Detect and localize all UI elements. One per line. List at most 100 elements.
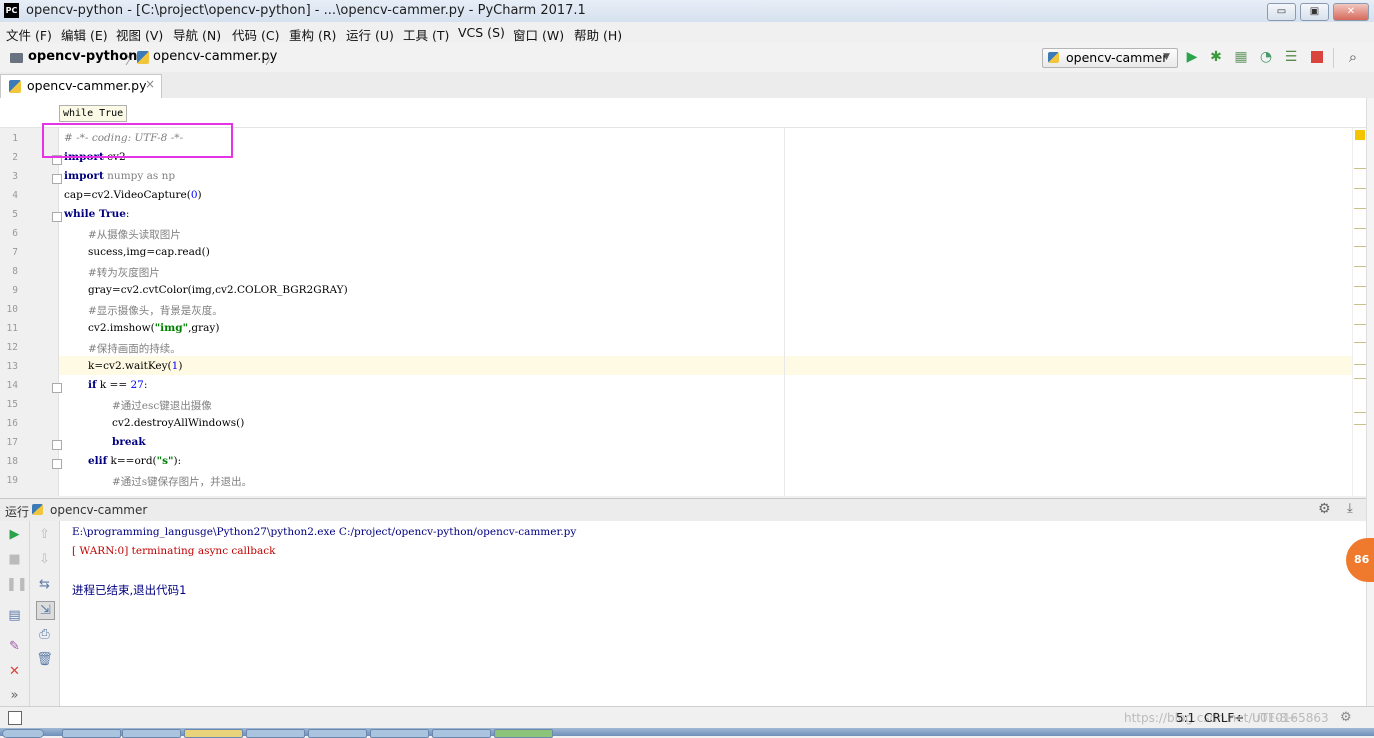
taskbar-item[interactable] [62, 729, 121, 738]
code-text: k=cv2.waitKey( [88, 360, 172, 372]
python-file-icon [32, 504, 43, 515]
code-text: ) [197, 189, 202, 201]
fold-marker-icon[interactable] [52, 174, 62, 184]
coverage-icon[interactable]: ▦ [1233, 49, 1249, 65]
line-number: 6 [12, 228, 18, 239]
run-panel-header: 运行 opencv-cammer ⚙ ⤓ [0, 498, 1366, 522]
menu-edit[interactable]: 编辑 (E) [61, 25, 108, 44]
warning-indicator-icon[interactable] [1355, 130, 1365, 140]
fold-marker-icon[interactable] [52, 212, 62, 222]
hide-panel-icon[interactable]: ⤓ [1347, 501, 1353, 516]
line-number: 5 [12, 209, 18, 220]
menu-view[interactable]: 视图 (V) [116, 25, 163, 44]
number-literal: 27 [130, 379, 144, 391]
menu-tools[interactable]: 工具 (T) [403, 25, 449, 44]
code-line-17: break [112, 436, 146, 448]
more-icon[interactable]: » [6, 687, 23, 704]
file-encoding[interactable]: UTF-8÷ [1252, 711, 1297, 725]
debug-icon[interactable]: ✱ [1208, 49, 1224, 65]
code-line-4: cap=cv2.VideoCapture(0) [64, 189, 202, 201]
pycharm-logo-icon: PC [4, 3, 19, 18]
menu-refactor[interactable]: 重构 (R) [289, 25, 336, 44]
code-line-5: while True: [64, 208, 129, 220]
print-icon[interactable]: ⎙ [36, 626, 53, 643]
code-text: cv2.imshow( [88, 322, 155, 334]
taskbar-item[interactable] [246, 729, 305, 738]
arrow-down-icon[interactable]: ⇩ [36, 551, 53, 568]
soft-wrap-icon[interactable]: ⇆ [36, 576, 53, 593]
code-line-12: #保持画面的持续。 [88, 343, 181, 355]
taskbar-item[interactable] [308, 729, 367, 738]
close-icon[interactable]: ✕ [6, 663, 23, 680]
fold-marker-icon[interactable] [52, 459, 62, 469]
code-editor[interactable]: 1 2 3 4 5 6 7 8 9 10 11 12 13 14 15 16 1… [0, 128, 1366, 496]
code-text: ,gray) [188, 322, 220, 334]
menu-window[interactable]: 窗口 (W) [513, 25, 564, 44]
vertical-scrollbar[interactable] [1366, 98, 1374, 706]
code-line-8: #转为灰度图片 [88, 267, 160, 279]
breadcrumb[interactable]: while True [59, 105, 128, 122]
minimize-button[interactable]: ▭ [1267, 3, 1296, 21]
start-button[interactable] [2, 729, 44, 738]
stop-icon[interactable]: ■ [6, 551, 23, 568]
rerun-icon[interactable]: ▶ [6, 526, 23, 543]
line-number: 19 [6, 475, 18, 486]
console-output[interactable]: E:\programming_langusge\Python27\python2… [60, 521, 1366, 706]
cursor-position[interactable]: 5:1 [1176, 711, 1195, 725]
trash-icon[interactable]: 🗑 [36, 651, 53, 668]
python-file-icon [137, 51, 149, 64]
chevron-right-icon: 〉 [265, 53, 279, 68]
maximize-button[interactable]: ▣ [1300, 3, 1329, 21]
menu-navigate[interactable]: 导航 (N) [173, 25, 221, 44]
taskbar-item[interactable] [122, 729, 181, 738]
menu-bar: 文件 (F) 编辑 (E) 视图 (V) 导航 (N) 代码 (C) 重构 (R… [0, 22, 1374, 44]
run-icon[interactable]: ▶ [1184, 49, 1200, 65]
menu-file[interactable]: 文件 (F) [6, 25, 52, 44]
error-stripe[interactable] [1352, 128, 1367, 496]
menu-run[interactable]: 运行 (U) [346, 25, 394, 44]
line-number: 8 [12, 266, 18, 277]
fold-marker-icon[interactable] [52, 440, 62, 450]
layout-icon[interactable]: ▤ [6, 607, 23, 624]
stop-icon[interactable] [1311, 51, 1323, 63]
line-number: 10 [6, 304, 18, 315]
tool-windows-icon[interactable] [8, 711, 22, 725]
nav-project[interactable]: opencv-python [28, 49, 137, 64]
taskbar-item[interactable] [370, 729, 429, 738]
chevron-down-icon: ▼ [1163, 52, 1170, 62]
close-button[interactable]: ✕ [1333, 3, 1369, 21]
tab-opencv-cammer[interactable]: opencv-cammer.py × [0, 74, 162, 99]
code-text: : [125, 208, 130, 220]
line-separator[interactable]: CRLF÷ [1204, 711, 1244, 725]
concurrency-icon[interactable]: ☰ [1283, 49, 1299, 65]
editor-tab-bar [0, 72, 1374, 99]
arrow-up-icon[interactable]: ⇧ [36, 526, 53, 543]
pin-icon[interactable]: ✎ [6, 638, 23, 655]
code-line-13: k=cv2.waitKey(1) [88, 360, 182, 372]
gear-icon[interactable]: ⚙ [1318, 501, 1331, 517]
line-number: 3 [12, 171, 18, 182]
search-icon[interactable]: ⌕ [1345, 49, 1361, 65]
code-line-7: sucess,img=cap.read() [88, 246, 210, 258]
menu-help[interactable]: 帮助 (H) [574, 25, 622, 44]
profile-icon[interactable]: ◔ [1258, 49, 1274, 65]
console-warning-line: [ WARN:0] terminating async callback [72, 545, 276, 557]
code-line-9: gray=cv2.cvtColor(img,cv2.COLOR_BGR2GRAY… [88, 284, 348, 296]
menu-code[interactable]: 代码 (C) [232, 25, 279, 44]
nav-file[interactable]: opencv-cammer.py [153, 49, 277, 64]
line-number: 16 [6, 418, 18, 429]
lock-icon[interactable]: ⚙ [1340, 710, 1352, 725]
scroll-to-end-icon[interactable]: ⇲ [36, 601, 55, 620]
menu-vcs[interactable]: VCS (S) [458, 25, 505, 40]
string-literal: "s" [156, 455, 174, 467]
pause-icon[interactable]: ❚❚ [6, 576, 28, 593]
run-config-dropdown[interactable]: opencv-cammer ▼ [1042, 48, 1178, 68]
close-tab-icon[interactable]: × [145, 77, 155, 91]
taskbar-item[interactable] [184, 729, 243, 738]
run-config-name[interactable]: opencv-cammer [50, 503, 147, 517]
taskbar-item[interactable] [494, 729, 553, 738]
code-line-14: if k == 27: [88, 379, 147, 391]
taskbar-item[interactable] [432, 729, 491, 738]
line-number: 18 [6, 456, 18, 467]
fold-marker-icon[interactable] [52, 383, 62, 393]
